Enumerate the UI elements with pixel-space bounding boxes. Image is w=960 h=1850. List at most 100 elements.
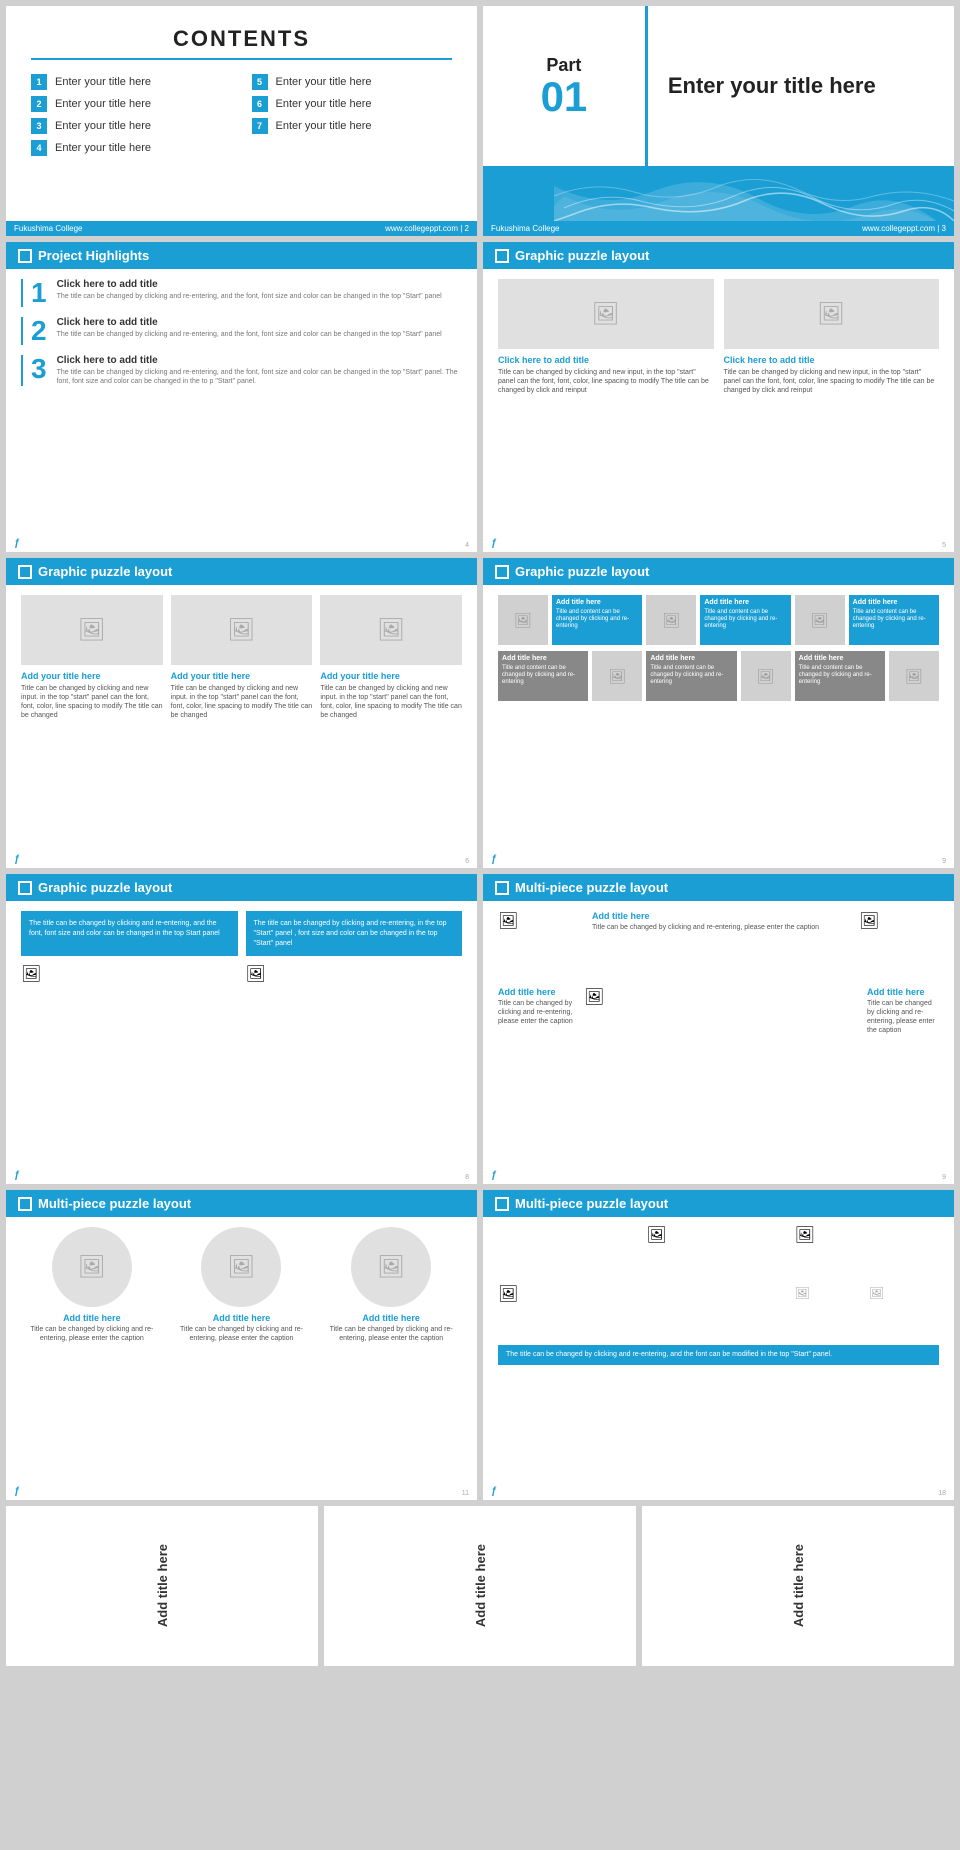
contents-item-6[interactable]: 6 Enter your title here bbox=[252, 96, 453, 112]
mosaic-img-top-2: 🖼 bbox=[795, 1225, 939, 1280]
part-main-title: Enter your title here bbox=[668, 73, 876, 99]
slide-num-10: 18 bbox=[938, 1490, 946, 1497]
contents-item-3[interactable]: 3 Enter your title here bbox=[31, 118, 232, 134]
gray-title-1[interactable]: Add title here Title and content can be … bbox=[498, 651, 588, 701]
horiz-blue-1[interactable]: The title can be changed by clicking and… bbox=[21, 911, 238, 956]
image-icon-mo3: 🖼 bbox=[498, 1286, 518, 1303]
horiz-blue-2[interactable]: The title can be changed by clicking and… bbox=[246, 911, 463, 956]
horiz-bottom-row: 🖼 🖼 bbox=[21, 964, 462, 1044]
f-logo-5: ƒ bbox=[14, 1170, 20, 1181]
gray-img-3: 🖼 bbox=[889, 651, 939, 701]
image-icon-3-3: 🖼 bbox=[377, 617, 405, 643]
add-title-row: Add title here Add title here Add title … bbox=[6, 1506, 954, 1666]
f-logo-2: ƒ bbox=[491, 538, 497, 549]
num-7: 7 bbox=[252, 118, 268, 134]
multi-img-2: 🖼 bbox=[859, 911, 939, 981]
contents-item-1[interactable]: 1 Enter your title here bbox=[31, 74, 232, 90]
f-logo-3: ƒ bbox=[14, 854, 20, 865]
graphic-blue-header: Graphic puzzle layout bbox=[483, 558, 954, 585]
mosaic-img-r2: 🖼 bbox=[869, 1284, 939, 1310]
puzzle-body-1: Title can be changed by clicking and new… bbox=[498, 368, 714, 395]
image-icon-2: 🖼 bbox=[817, 301, 845, 327]
blue-title-3[interactable]: Add title here Title and content can be … bbox=[849, 595, 939, 645]
circles-title: Multi-piece puzzle layout bbox=[38, 1196, 191, 1211]
header-icon-7 bbox=[18, 1197, 32, 1211]
graphic-horiz-title: Graphic puzzle layout bbox=[38, 880, 172, 895]
circles-header: Multi-piece puzzle layout bbox=[6, 1190, 477, 1217]
num-2: 2 bbox=[31, 96, 47, 112]
highlight-1[interactable]: 1 Click here to add title The title can … bbox=[21, 279, 462, 307]
f-logo-7: ƒ bbox=[14, 1486, 20, 1497]
horiz-img-2: 🖼 bbox=[246, 964, 463, 1044]
puzzle-item-3-3[interactable]: 🖼 Add your title here Title can be chang… bbox=[320, 595, 462, 720]
puzzle-item-3-2[interactable]: 🖼 Add your title here Title can be chang… bbox=[171, 595, 313, 720]
image-icon-3-1: 🖼 bbox=[78, 617, 106, 643]
part-number: 01 bbox=[541, 76, 588, 118]
blue-title-1[interactable]: Add title here Title and content can be … bbox=[552, 595, 642, 645]
slide-num-3: 4 bbox=[465, 542, 469, 549]
img-placeholder-3-3: 🖼 bbox=[320, 595, 462, 665]
multi-text-3[interactable]: Add title here Title can be changed by c… bbox=[859, 987, 939, 1057]
contents-item-4[interactable]: 4 Enter your title here bbox=[31, 140, 232, 156]
image-icon-m2: 🖼 bbox=[859, 913, 879, 930]
header-icon-8 bbox=[495, 1197, 509, 1211]
multi-text-1[interactable]: Add title here Title can be changed by c… bbox=[584, 911, 853, 981]
gray-title-2[interactable]: Add title here Title and content can be … bbox=[646, 651, 736, 701]
blue-title-2[interactable]: Add title here Title and content can be … bbox=[700, 595, 790, 645]
slide-circles: Multi-piece puzzle layout 🖼 Add title he… bbox=[6, 1190, 477, 1500]
add-title-card-1[interactable]: Add title here bbox=[6, 1506, 318, 1666]
multi-text-2[interactable]: Add title here Title can be changed by c… bbox=[498, 987, 578, 1057]
contents-item-2[interactable]: 2 Enter your title here bbox=[31, 96, 232, 112]
gray-img-1: 🖼 bbox=[592, 651, 642, 701]
slide-num-4: 5 bbox=[942, 542, 946, 549]
slide-graphic-2col: Graphic puzzle layout 🖼 Click here to ad… bbox=[483, 242, 954, 552]
mosaic-header: Multi-piece puzzle layout bbox=[483, 1190, 954, 1217]
mosaic-content: 🖼 🖼 🖼 🖼 🖼 bbox=[483, 1217, 954, 1373]
circle-item-3[interactable]: 🖼 Add title here Title can be changed by… bbox=[320, 1227, 462, 1343]
contents-title: CONTENTS bbox=[31, 26, 452, 60]
part-title-area[interactable]: Enter your title here bbox=[648, 6, 954, 166]
image-icon-h2: 🖼 bbox=[246, 966, 266, 983]
mosaic-right-mini: 🖼 🖼 bbox=[795, 1284, 939, 1339]
contents-item-7[interactable]: 7 Enter your title here bbox=[252, 118, 453, 134]
add-title-card-3[interactable]: Add title here bbox=[642, 1506, 954, 1666]
slide-num-9: 11 bbox=[462, 1490, 469, 1497]
slide-graphic-horiz: Graphic puzzle layout The title can be c… bbox=[6, 874, 477, 1184]
image-icon-h1: 🖼 bbox=[21, 966, 41, 983]
gray-img-2: 🖼 bbox=[741, 651, 791, 701]
highlight-3[interactable]: 3 Click here to add title The title can … bbox=[21, 355, 462, 386]
graphic-2col-title: Graphic puzzle layout bbox=[515, 248, 649, 263]
slide-num-6: 9 bbox=[942, 858, 946, 865]
f-logo: ƒ bbox=[14, 538, 20, 549]
num-4: 4 bbox=[31, 140, 47, 156]
puzzle-title-1: Click here to add title bbox=[498, 355, 714, 365]
puzzle-title-3-2: Add your title here bbox=[171, 671, 313, 681]
blue-img-3: 🖼 bbox=[795, 595, 845, 645]
circles-content: 🖼 Add title here Title can be changed by… bbox=[6, 1217, 477, 1353]
highlights-title: Project Highlights bbox=[38, 248, 149, 263]
puzzle-2col-content: 🖼 Click here to add title Title can be c… bbox=[483, 269, 954, 405]
image-icon-m3: 🖼 bbox=[584, 989, 604, 1006]
circle-img-2: 🖼 bbox=[201, 1227, 281, 1307]
contents-grid: 1 Enter your title here 2 Enter your tit… bbox=[31, 74, 452, 162]
horiz-img-1: 🖼 bbox=[21, 964, 238, 1044]
circle-item-1[interactable]: 🖼 Add title here Title can be changed by… bbox=[21, 1227, 163, 1343]
highlight-2[interactable]: 2 Click here to add title The title can … bbox=[21, 317, 462, 345]
puzzle-item-2[interactable]: 🖼 Click here to add title Title can be c… bbox=[724, 279, 940, 395]
add-title-card-2[interactable]: Add title here bbox=[324, 1506, 636, 1666]
circle-item-2[interactable]: 🖼 Add title here Title can be changed by… bbox=[171, 1227, 313, 1343]
puzzle-title-3-3: Add your title here bbox=[320, 671, 462, 681]
puzzle-item-3-1[interactable]: 🖼 Add your title here Title can be chang… bbox=[21, 595, 163, 720]
graphic-blue-title: Graphic puzzle layout bbox=[515, 564, 649, 579]
contents-item-5[interactable]: 5 Enter your title here bbox=[252, 74, 453, 90]
blue-img-1: 🖼 bbox=[498, 595, 548, 645]
img-placeholder-3-1: 🖼 bbox=[21, 595, 163, 665]
graphic-3col-header: Graphic puzzle layout bbox=[6, 558, 477, 585]
gray-title-3[interactable]: Add title here Title and content can be … bbox=[795, 651, 885, 701]
num-1: 1 bbox=[31, 74, 47, 90]
puzzle-item-1[interactable]: 🖼 Click here to add title Title can be c… bbox=[498, 279, 714, 395]
img-placeholder-1: 🖼 bbox=[498, 279, 714, 349]
highlights-header: Project Highlights bbox=[6, 242, 477, 269]
slide-num-7: 8 bbox=[465, 1174, 469, 1181]
slide-part: Part 01 Enter your title here Fukushima … bbox=[483, 6, 954, 236]
